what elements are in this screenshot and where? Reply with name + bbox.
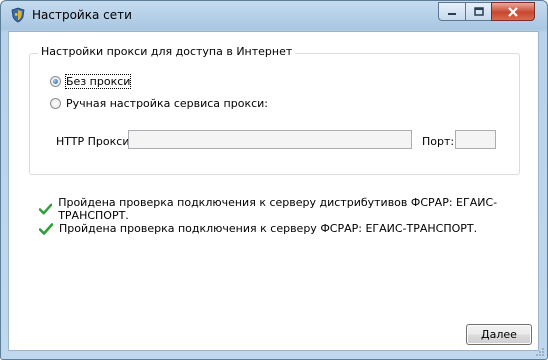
status-message-server: Пройдена проверка подключения к серверу … [39,222,477,235]
close-button[interactable] [491,2,535,21]
http-proxy-field[interactable] [128,130,412,149]
status-message-distrib: Пройдена проверка подключения к серверу … [39,196,538,222]
http-proxy-label: HTTP Прокси: [56,135,134,148]
port-label: Порт: [422,135,455,148]
no-proxy-label[interactable]: Без прокси [64,74,132,89]
proxy-settings-group: Настройки прокси для доступа в Интернет … [29,45,520,175]
settings-window: Настройка сети Настройки прокси для дост… [0,0,548,360]
manual-proxy-label[interactable]: Ручная настройка сервиса прокси: [66,97,268,110]
maximize-button[interactable] [465,2,491,21]
check-icon [39,203,53,215]
resize-grip-icon[interactable] [535,347,545,357]
title-bar[interactable]: Настройка сети [1,1,547,31]
no-proxy-option[interactable]: Без прокси [50,74,132,89]
manual-proxy-radio[interactable] [50,98,61,109]
window-title: Настройка сети [32,8,132,22]
dialog-client-area: Настройки прокси для доступа в Интернет … [8,31,539,351]
app-shield-icon [11,7,25,23]
maximize-icon [473,7,484,16]
next-button[interactable]: Далее [466,324,532,345]
check-icon [39,222,53,235]
minimize-icon [448,12,456,15]
status-text-server: Пройдена проверка подключения к серверу … [59,222,478,235]
minimize-button[interactable] [438,2,465,21]
close-icon [508,6,518,17]
status-text-distrib: Пройдена проверка подключения к серверу … [58,196,498,222]
manual-proxy-option[interactable]: Ручная настройка сервиса прокси: [50,97,268,110]
port-field[interactable] [455,130,496,149]
no-proxy-radio[interactable] [50,76,61,87]
proxy-group-legend: Настройки прокси для доступа в Интернет [38,45,296,58]
